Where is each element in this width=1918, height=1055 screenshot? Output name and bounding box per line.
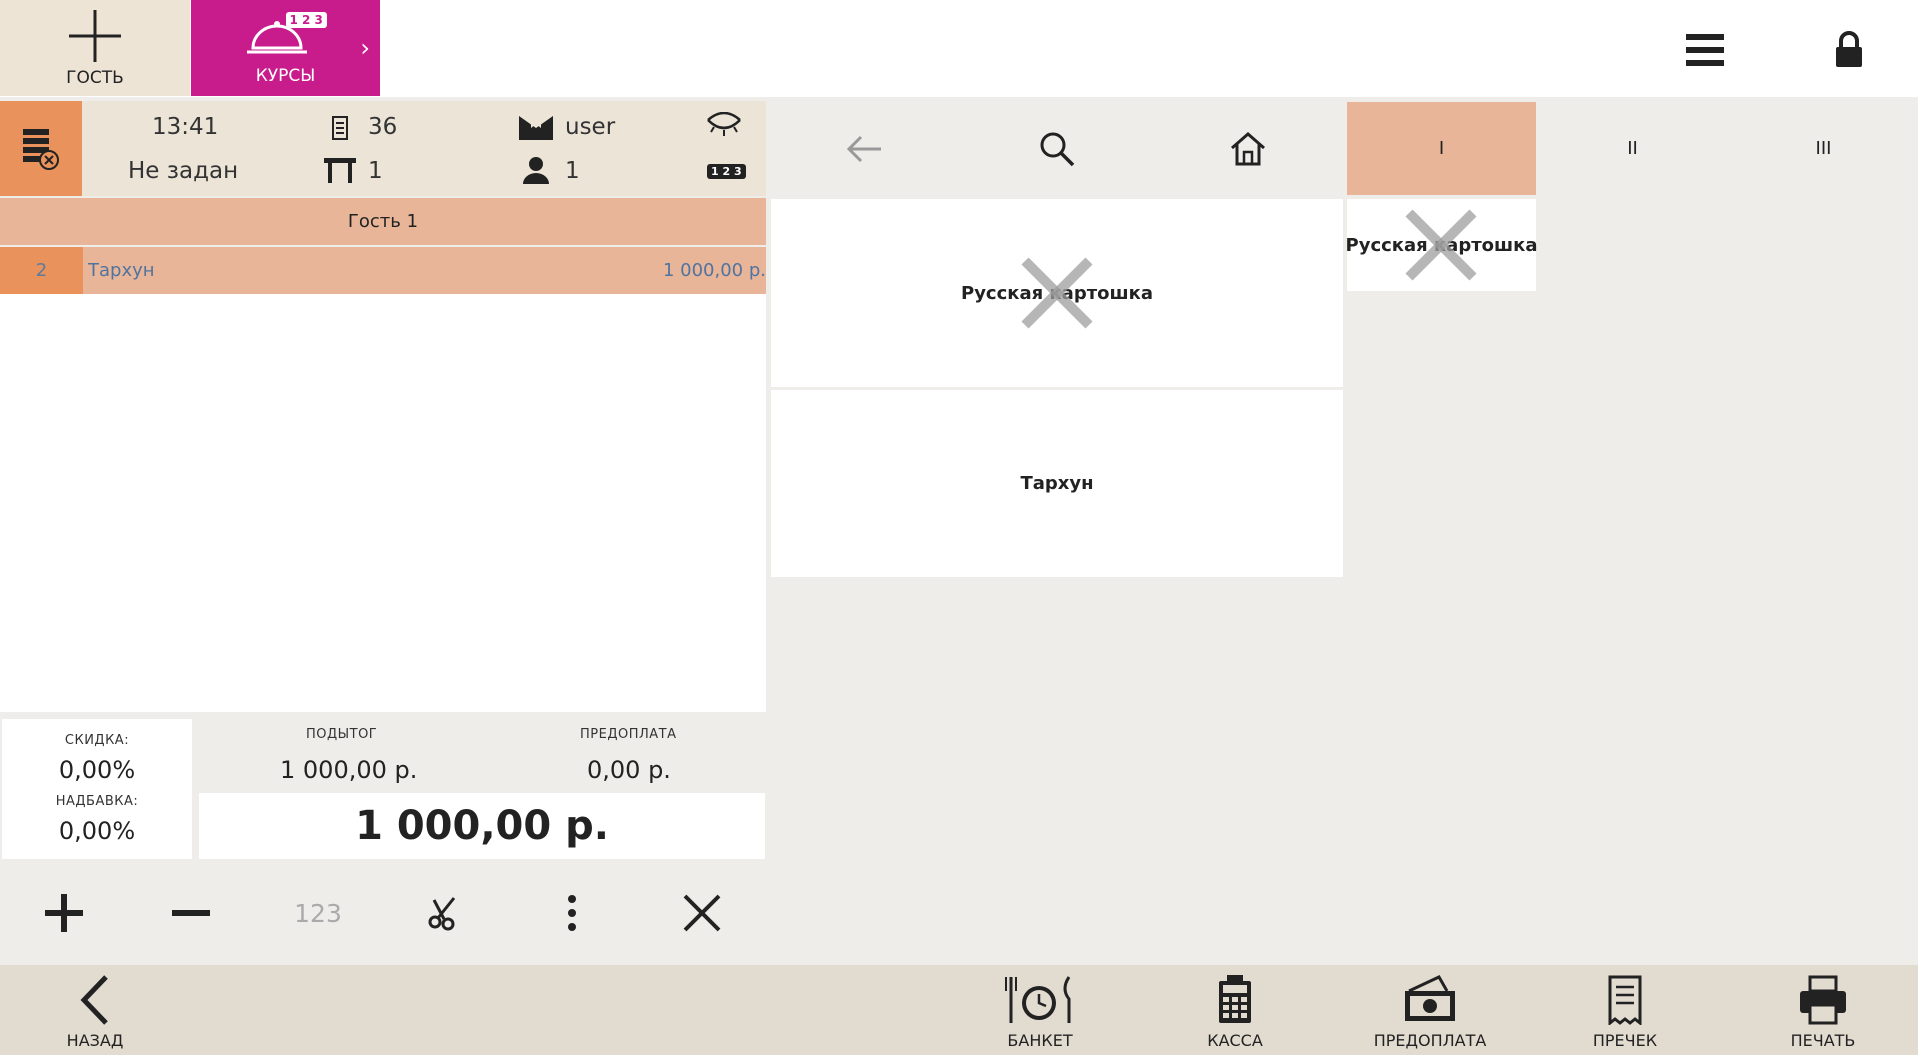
courses-label: КУРСЫ [255,66,316,86]
more-options-button[interactable] [532,872,612,954]
more-vertical-icon [568,895,576,931]
close-icon [683,894,721,932]
course-tab-1[interactable]: I [1347,102,1536,195]
hamburger-menu-button[interactable] [1680,20,1730,80]
menu-tile-label: Русская картошка [961,282,1153,304]
prepayment-button[interactable]: ПРЕДОПЛАТА [1370,970,1490,1055]
lock-button[interactable] [1820,20,1878,80]
banquet-button[interactable]: БАНКЕТ [985,970,1095,1055]
minus-icon [172,910,210,916]
waiter-status[interactable]: Не задан [128,158,238,184]
table-close-icon [23,128,59,170]
scissors-icon [428,897,456,931]
order-total: 1 000,00 р. [199,793,765,859]
course-item-russian-potato[interactable]: Русская картошка [1345,199,1538,291]
guest-header-row[interactable]: Гость 1 [0,198,766,245]
prepay-value: 0,00 р. [587,756,671,784]
order-time: 13:41 [152,114,219,140]
lock-icon [1836,31,1862,67]
prepayment-label: ПРЕДОПЛАТА [1373,1031,1487,1050]
eye-closed-icon[interactable] [706,112,742,138]
markup-label: НАДБАВКА: [55,794,139,809]
chevron-right-icon: › [360,34,370,62]
course-tab-2[interactable]: II [1538,102,1727,195]
split-button[interactable] [405,872,485,954]
plus-icon [69,10,121,62]
user-name: user [565,114,616,140]
order-item-price: 1 000,00 р. [662,260,766,281]
back-button[interactable]: НАЗАД [40,970,150,1055]
courses-badge: 1 2 3 [285,12,327,28]
subtotal-label: ПОДЫТОГ [306,727,378,742]
menu-back-button[interactable] [790,101,940,196]
precheck-button[interactable]: ПРЕЧЕК [1570,970,1680,1055]
banquet-label: БАНКЕТ [1007,1031,1073,1050]
increase-qty-button[interactable] [24,872,104,954]
menu-tile-russian-potato[interactable]: Русская картошка [771,199,1343,387]
cloche-icon: 1 2 3 [241,10,331,62]
discount-label: СКИДКА: [64,733,130,748]
guest-count: 1 [565,158,580,184]
discount-value: 0,00% [58,756,136,784]
numpad-button[interactable]: 123 [278,872,358,954]
table-number: 1 [368,158,383,184]
back-label: НАЗАД [66,1031,124,1050]
arrow-left-icon [847,135,881,162]
order-number-icon [332,116,348,140]
menu-home-button[interactable] [1168,101,1328,196]
prepay-label: ПРЕДОПЛАТА [580,727,677,742]
cash-label: КАССА [1207,1031,1263,1050]
add-guest-button[interactable]: ГОСТЬ [0,0,190,96]
menu-tile-label: Тархун [1020,473,1094,494]
printer-icon [1800,975,1846,1025]
course-tab-3[interactable]: III [1729,102,1918,195]
receipt-icon [1608,975,1642,1025]
print-button[interactable]: ПЕЧАТЬ [1768,970,1878,1055]
order-list-area [0,294,766,712]
table-status-button[interactable] [0,101,82,196]
home-icon [1231,131,1265,165]
print-label: ПЕЧАТЬ [1790,1031,1856,1050]
plus-icon [45,894,83,932]
menu-search-button[interactable] [982,101,1132,196]
courses-badge-small[interactable]: 1 2 3 [707,164,746,179]
cash-button[interactable]: КАССА [1180,970,1290,1055]
chevron-left-icon [80,975,108,1025]
banquet-icon [1005,976,1071,1023]
order-item-name: Тархун [88,260,155,281]
discount-box[interactable]: СКИДКА: 0,00% НАДБАВКА: 0,00% [2,719,192,859]
menu-tile-tarkhun[interactable]: Тархун [771,390,1343,577]
table-icon [324,158,356,183]
delete-item-button[interactable] [662,872,742,954]
person-icon [523,157,549,184]
calculator-icon [1219,975,1251,1023]
order-item-qty: 2 [0,247,83,294]
waiter-icon [519,116,553,140]
decrease-qty-button[interactable] [151,872,231,954]
hamburger-icon [1686,34,1724,66]
search-icon [1040,132,1075,166]
money-icon [1405,975,1455,1021]
course-item-label: Русская картошка [1345,234,1538,256]
add-guest-label: ГОСТЬ [66,68,124,88]
markup-value: 0,00% [58,817,136,845]
course-tabs: I II III [1347,102,1918,195]
subtotal-value: 1 000,00 р. [280,756,418,784]
courses-button[interactable]: 1 2 3 КУРСЫ › [191,0,380,96]
precheck-label: ПРЕЧЕК [1592,1031,1658,1050]
order-number: 36 [368,114,398,140]
